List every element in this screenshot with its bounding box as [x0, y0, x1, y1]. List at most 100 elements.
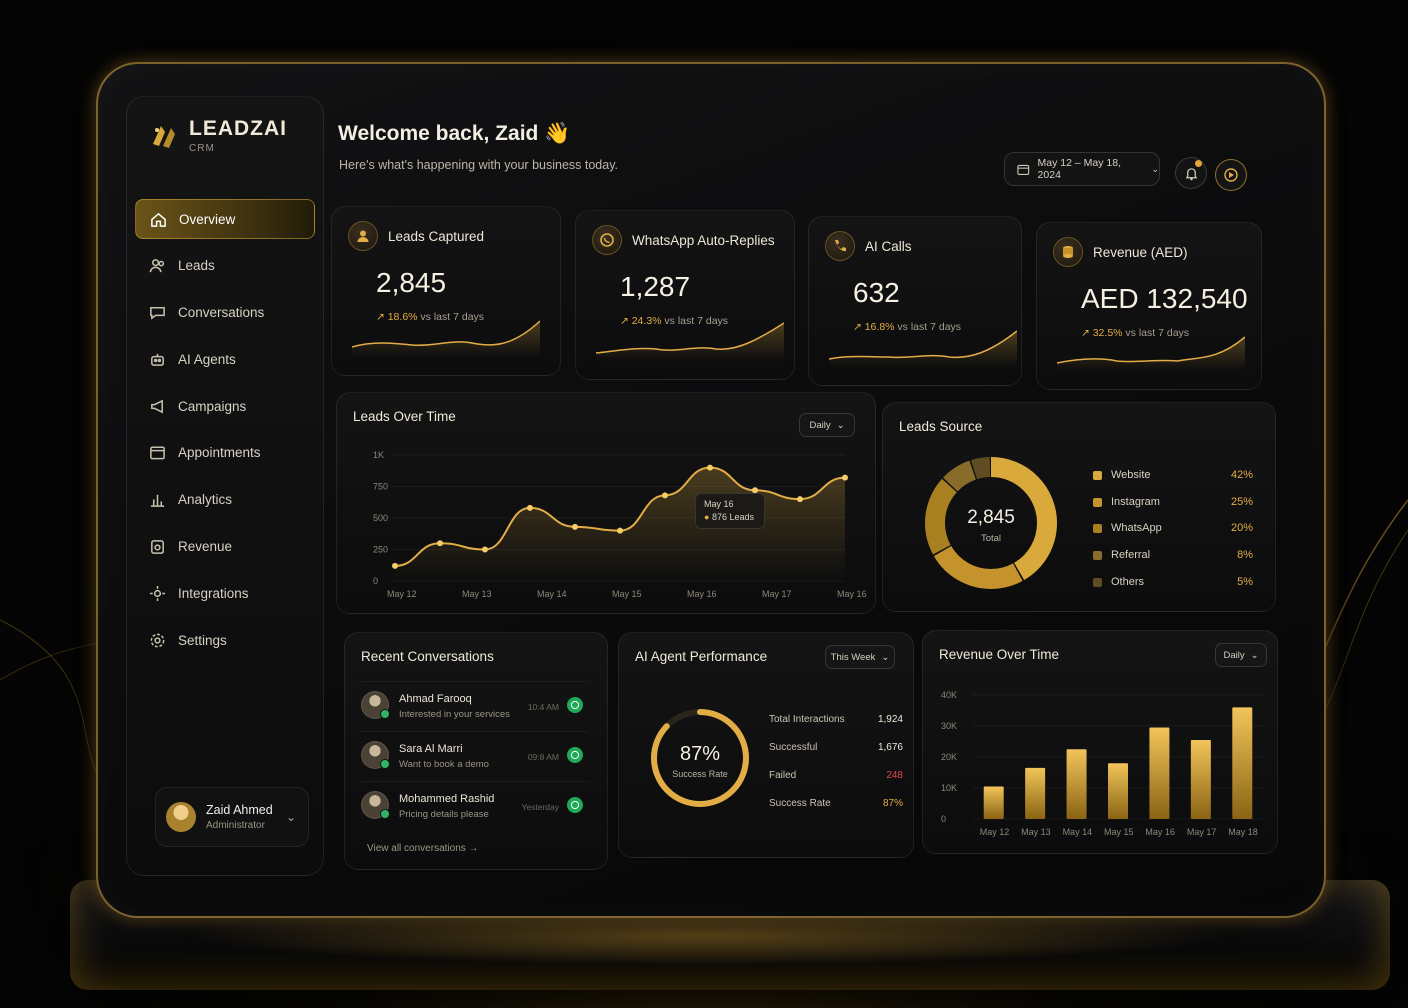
sidebar-item-ai-agents[interactable]: AI Agents	[135, 339, 315, 379]
whatsapp-icon	[567, 697, 583, 713]
bar-chart-icon	[150, 495, 165, 508]
data-point[interactable]	[662, 492, 668, 499]
ai-agent-performance-panel: AI Agent Performance This Week ⌄ 87% Succ…	[618, 632, 914, 858]
legend-item-website: Website 42%	[1093, 469, 1253, 483]
ai-orb-icon	[1224, 168, 1238, 182]
x-tick-label: May 13	[462, 589, 492, 599]
avatar	[361, 741, 390, 769]
ai-period-dropdown[interactable]: This Week ⌄	[825, 645, 895, 669]
x-tick-label: May 16	[1145, 827, 1175, 837]
data-point[interactable]	[797, 496, 803, 503]
data-point[interactable]	[392, 562, 398, 569]
sidebar-item-conversations[interactable]: Conversations	[135, 293, 315, 333]
kpi-title: Leads Captured	[388, 229, 485, 244]
notification-dot	[1195, 160, 1202, 167]
revenue-bar[interactable]	[1232, 707, 1253, 819]
user-name: Zaid Ahmed	[206, 803, 273, 817]
sidebar-item-revenue[interactable]: Revenue	[135, 527, 315, 567]
avatar	[166, 802, 196, 832]
kpi-card-whatsapp-auto-replies[interactable]: WhatsApp Auto-Replies 1,287 ↗ 24.3% vs l…	[575, 210, 795, 380]
kpi-card-ai-calls[interactable]: AI Calls 632 ↗ 16.8% vs last 7 days	[808, 216, 1022, 386]
notifications-button[interactable]	[1175, 157, 1207, 189]
y-tick-label: 250	[373, 545, 388, 555]
sidebar-item-settings[interactable]: Settings	[135, 620, 315, 660]
date-range-picker[interactable]: May 12 – May 18, 2024 ⌄	[1004, 152, 1160, 186]
sidebar-item-label: Campaigns	[178, 398, 247, 414]
user-profile[interactable]: Zaid Ahmed Administrator ⌄	[155, 787, 309, 847]
sidebar-item-label: Leads	[178, 258, 215, 274]
ai-assistant-button[interactable]	[1215, 159, 1247, 191]
brand[interactable]: LEADZAI CRM	[147, 117, 287, 154]
kpi-title: AI Calls	[865, 239, 912, 254]
data-point[interactable]	[842, 474, 848, 481]
legend-swatch	[1093, 577, 1102, 587]
x-tick-label: May 12	[387, 589, 417, 599]
data-point[interactable]	[707, 464, 713, 471]
legend-item-whatsapp: WhatsApp 20%	[1093, 522, 1253, 536]
sidebar-item-integrations[interactable]: Integrations	[135, 573, 315, 613]
revenue-bar[interactable]	[1190, 739, 1211, 819]
kpi-title: Revenue (AED)	[1093, 245, 1188, 260]
chevron-down-icon[interactable]: ⌄	[286, 810, 296, 824]
y-tick-label: 0	[373, 576, 378, 586]
legend-label: WhatsApp	[1111, 522, 1162, 535]
kpi-icon-wrap	[1053, 237, 1083, 267]
revenue-bar[interactable]	[1149, 727, 1170, 819]
y-tick-label: 10K	[941, 783, 957, 793]
kpi-title: WhatsApp Auto-Replies	[632, 233, 775, 248]
data-point[interactable]	[572, 523, 578, 530]
stat-value: 87%	[882, 798, 903, 809]
legend-label: Website	[1111, 469, 1151, 481]
revenue-bar[interactable]	[1108, 763, 1128, 819]
page-title: Welcome back, Zaid 👋	[338, 122, 571, 145]
revenue-bar[interactable]	[1025, 767, 1046, 819]
conversation-item[interactable]: Mohammed Rashid Pricing details please Y…	[355, 781, 593, 827]
legend-percent: 25%	[1230, 495, 1253, 508]
legend-label: Referral	[1111, 549, 1151, 562]
leads-over-time-panel: Leads Over Time Daily ⌄ 0 250 500 750 1K May 1…	[336, 392, 876, 614]
sidebar-item-overview[interactable]: Overview	[135, 199, 315, 239]
legend-percent: 8%	[1237, 549, 1253, 562]
data-point[interactable]	[482, 546, 488, 553]
line-area	[395, 467, 845, 581]
sidebar-item-appointments[interactable]: Appointments	[135, 433, 315, 473]
stat-value: 1,924	[877, 714, 903, 725]
ring-value: 87%	[679, 743, 721, 765]
chart-tooltip: May 16 ● 876 Leads	[695, 493, 765, 529]
coins-icon	[1063, 246, 1073, 258]
legend-swatch	[1093, 524, 1102, 534]
sidebar-item-campaigns[interactable]: Campaigns	[135, 386, 315, 426]
sidebar-item-label: Appointments	[178, 445, 261, 461]
sidebar-item-leads[interactable]: Leads	[135, 246, 315, 286]
data-point[interactable]	[437, 540, 443, 547]
conversation-time: Yesterday	[521, 802, 560, 812]
sidebar-item-analytics[interactable]: Analytics	[135, 480, 315, 520]
legend-percent: 42%	[1230, 469, 1253, 481]
kpi-card-leads-captured[interactable]: Leads Captured 2,845 ↗ 18.6% vs last 7 d…	[331, 206, 561, 376]
data-point[interactable]	[527, 504, 533, 511]
kpi-card-revenue-aed[interactable]: Revenue (AED) AED 132,540 ↗ 32.5% vs las…	[1036, 222, 1262, 390]
kpi-sparkline	[352, 320, 540, 357]
legend-item-others: Others 5%	[1093, 576, 1253, 590]
data-point[interactable]	[617, 527, 623, 534]
revenue-bar[interactable]	[983, 786, 1004, 819]
megaphone-icon	[151, 399, 163, 414]
panel-title: Leads Source	[899, 419, 983, 434]
x-tick-label: May 12	[980, 827, 1010, 837]
stat-label: Success Rate	[769, 798, 831, 809]
y-tick-label: 0	[941, 814, 946, 824]
view-all-conversations-link[interactable]: View all conversations →	[367, 843, 479, 854]
avatar	[361, 691, 390, 719]
recent-conversations-panel: Recent Conversations Ahmad Farooq Intere…	[344, 632, 608, 870]
conversation-item[interactable]: Sara Al Marri Want to book a demo 09:8 A…	[355, 731, 593, 777]
conversation-item[interactable]: Ahmad Farooq Interested in your services…	[355, 681, 593, 727]
revenue-bar[interactable]	[1066, 749, 1087, 819]
x-tick-label: May 14	[1063, 827, 1093, 837]
kpi-value: AED 132,540	[1081, 283, 1248, 314]
conversation-preview: Pricing details please	[399, 809, 489, 820]
x-tick-label: May 13	[1021, 827, 1051, 837]
x-tick-label: May 15	[1104, 827, 1134, 837]
x-tick-label: May 17	[762, 589, 792, 599]
kpi-icon-wrap	[825, 231, 855, 261]
x-tick-label: May 14	[537, 589, 567, 599]
